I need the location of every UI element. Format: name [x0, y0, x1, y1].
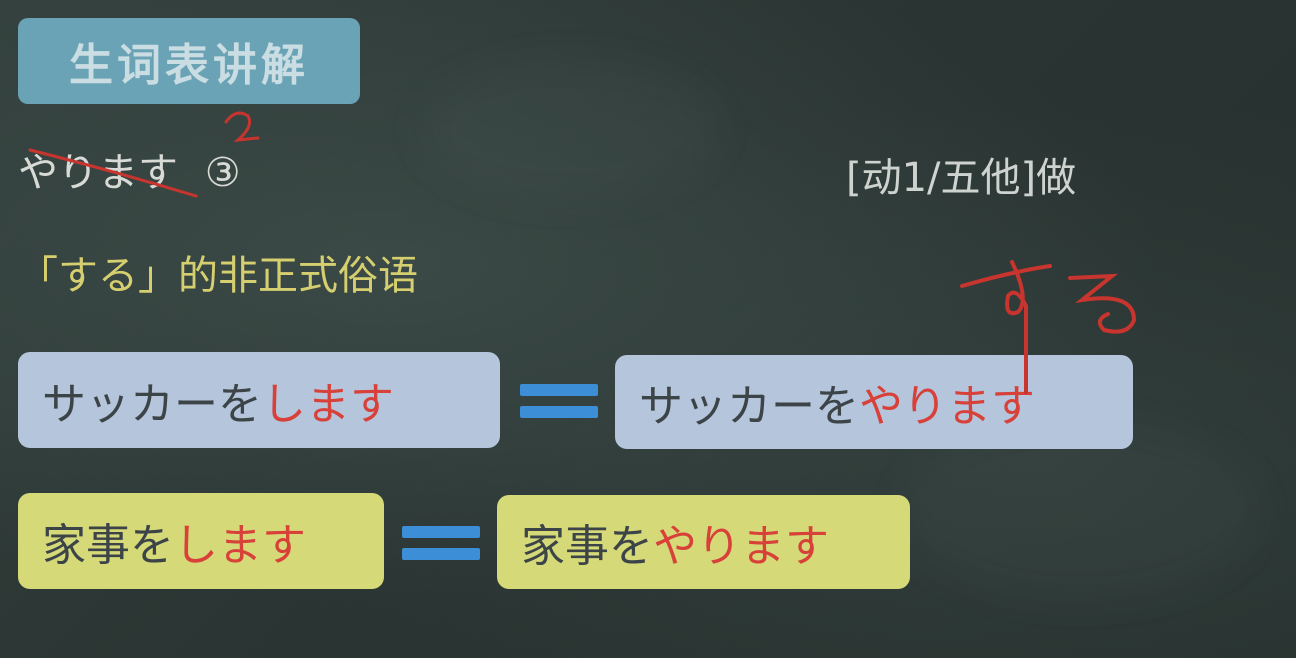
example-1-left-highlight: します — [262, 379, 394, 430]
example-1-right-box: サッカーを やります — [615, 355, 1133, 449]
part-of-speech: [动1/五他]做 — [846, 155, 1077, 201]
handwritten-accent-2 — [224, 111, 260, 142]
equals-sign — [402, 526, 480, 562]
accent-mark: ③ — [204, 150, 241, 196]
example-2-left-highlight: します — [174, 520, 306, 571]
example-1-left-prefix: サッカーを — [42, 379, 262, 430]
usage-note: 「する」的非正式俗语 — [18, 253, 418, 299]
example-2-left-prefix: 家事を — [42, 520, 174, 571]
example-2-left-box: 家事を します — [18, 493, 384, 589]
chalkboard: 生词表讲解 やります ③ [动1/五他]做 「する」的非正式俗语 サッカーを しま… — [0, 0, 1296, 658]
equals-sign — [520, 384, 598, 420]
section-title-badge: 生词表讲解 — [18, 18, 360, 104]
example-2-right-box: 家事を やります — [497, 495, 910, 589]
example-1-left-box: サッカーを します — [18, 352, 500, 448]
section-title: 生词表讲解 — [69, 40, 309, 91]
chalk-smudge — [420, 60, 720, 200]
example-1-right-prefix: サッカーを — [639, 381, 859, 432]
handwritten-su-stroke — [960, 264, 1052, 288]
example-2-right-prefix: 家事を — [521, 521, 653, 572]
vocab-word: やります — [18, 150, 178, 196]
vocab-word-line: やります ③ — [18, 140, 241, 198]
example-2-right-highlight: やります — [653, 521, 829, 572]
handwritten-ru — [1068, 273, 1137, 334]
example-1-right-highlight: やります — [859, 381, 1035, 432]
